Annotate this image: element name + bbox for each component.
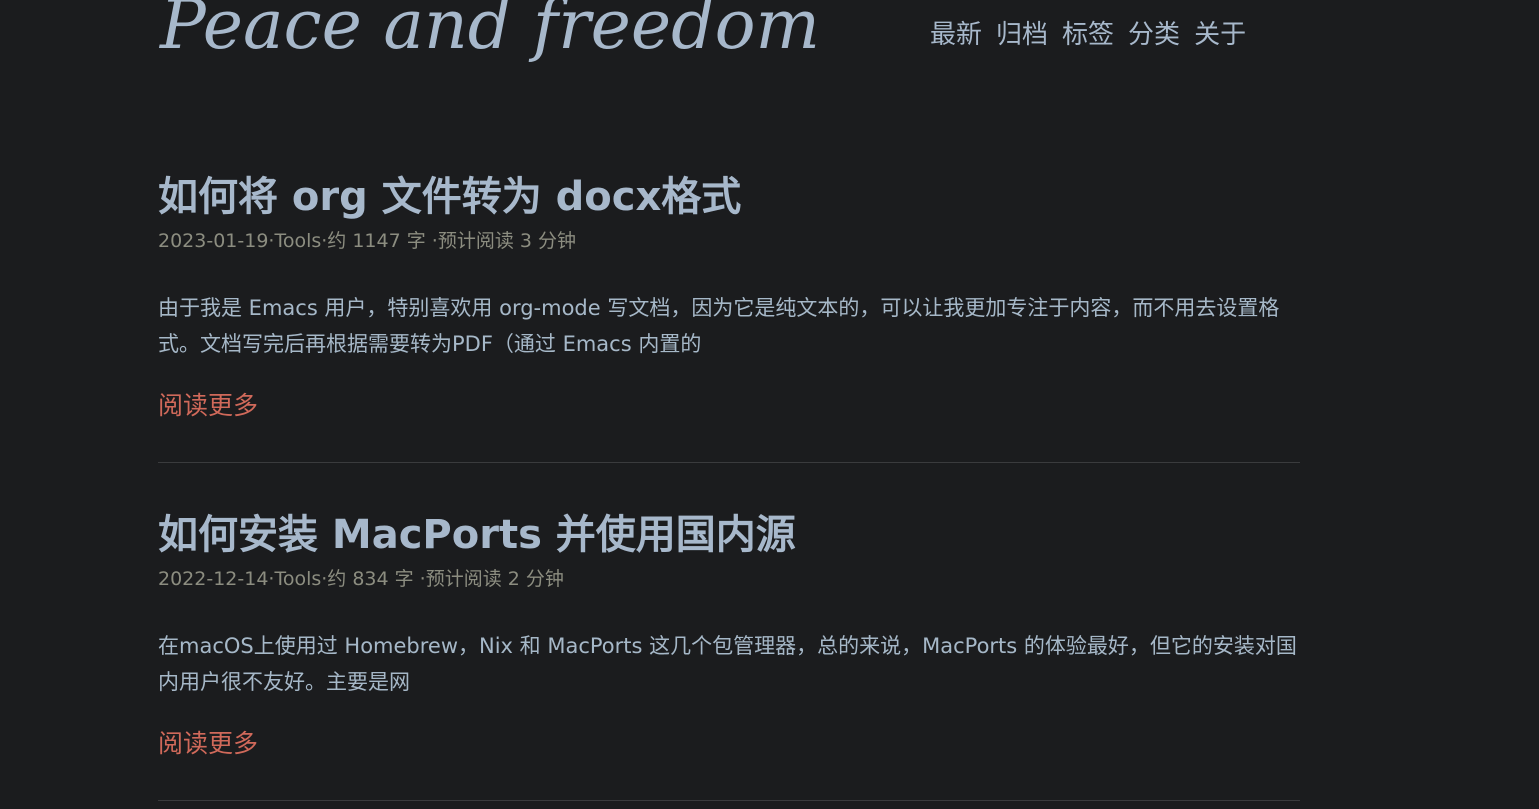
nav-item-about[interactable]: 关于 [1194,14,1246,51]
nav-item-archive[interactable]: 归档 [996,14,1048,51]
post-entry: 如何将 org 文件转为 docx格式 2023-01-19·Tools·约 1… [158,170,1300,422]
post-summary: 在macOS上使用过 Homebrew，Nix 和 MacPorts 这几个包管… [158,634,1297,694]
site-title[interactable]: Peace and freedom [160,0,820,65]
post-divider [158,800,1300,801]
nav-item-tags[interactable]: 标签 [1062,14,1114,51]
read-more-link[interactable]: 阅读更多 [158,386,258,422]
nav-item-latest[interactable]: 最新 [930,14,982,51]
post-title[interactable]: 如何安装 MacPorts 并使用国内源 [158,508,1300,562]
post-divider [158,462,1300,463]
main-nav: 最新 归档 标签 分类 关于 [930,14,1246,51]
post-meta: 2022-12-14·Tools·约 834 字 ·预计阅读 2 分钟 [158,568,564,590]
nav-item-categories[interactable]: 分类 [1128,14,1180,51]
read-more-link[interactable]: 阅读更多 [158,724,258,760]
post-title[interactable]: 如何将 org 文件转为 docx格式 [158,170,1300,224]
post-summary: 由于我是 Emacs 用户，特别喜欢用 org-mode 写文档，因为它是纯文本… [158,296,1280,356]
post-entry: 如何安装 MacPorts 并使用国内源 2022-12-14·Tools·约 … [158,508,1300,760]
post-meta: 2023-01-19·Tools·约 1147 字 ·预计阅读 3 分钟 [158,230,576,252]
